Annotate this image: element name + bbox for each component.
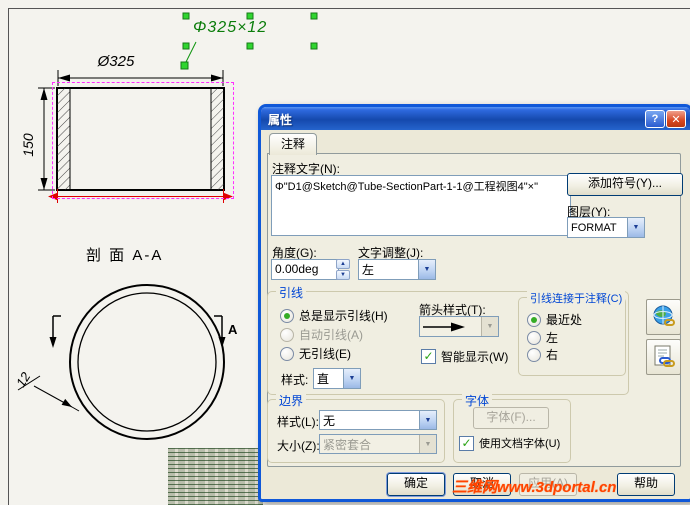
radio-attach-nearest[interactable]: 最近处 — [527, 311, 582, 328]
checkbox-label: 使用文档字体(U) — [479, 438, 561, 450]
spin-up-icon[interactable]: ▲ — [336, 259, 350, 269]
border-style-label: 样式(L): — [277, 415, 320, 429]
radio-no-leader[interactable]: 无引线(E) — [280, 345, 351, 362]
chevron-down-icon[interactable]: ▼ — [418, 260, 435, 279]
doc-link-icon — [654, 345, 675, 367]
cad-application-window: Ø325 150 A 12 Φ325×12 剖 面 A-A 属性 ? ✕ 注释 … — [0, 0, 690, 505]
spin-down-icon[interactable]: ▼ — [336, 270, 350, 280]
radio-icon[interactable] — [527, 347, 541, 362]
radio-auto-leader: 自动引线(A) — [280, 326, 363, 343]
tab-note[interactable]: 注释 — [269, 133, 317, 155]
layer-combo[interactable]: FORMAT ▼ — [567, 217, 645, 238]
dialog-titlebar[interactable]: 属性 ? ✕ — [261, 107, 690, 130]
smart-arrow-checkbox[interactable]: ✓ 智能显示(W) — [421, 348, 508, 365]
dialog-title: 属性 — [268, 113, 293, 127]
radio-icon[interactable] — [527, 312, 541, 327]
close-button[interactable]: ✕ — [666, 110, 686, 128]
selection-handle[interactable] — [310, 42, 318, 50]
use-document-font-checkbox[interactable]: ✓ 使用文档字体(U) — [459, 435, 560, 451]
section-view-title: 剖 面 A-A — [86, 247, 164, 264]
hyperlink-globe-button[interactable] — [646, 299, 681, 335]
font-group: 字体 字体(F)... ✓ 使用文档字体(U) — [453, 392, 571, 463]
dimension-height-150[interactable]: 150 — [20, 87, 55, 191]
arrow-style-combo[interactable]: ▼ — [419, 316, 499, 337]
border-size-combo: 紧密套合 ▼ — [319, 434, 437, 454]
dim-height-text[interactable]: 150 — [20, 133, 36, 157]
section-view-circle[interactable] — [69, 284, 225, 440]
radio-attach-right[interactable]: 右 — [527, 346, 558, 363]
globe-link-icon — [653, 305, 675, 326]
checkbox-label: 智能显示(W) — [441, 350, 509, 364]
leader-group: 引线 总是显示引线(H) 自动引线(A) 无引线(E) 箭头样式(T): ▼ ✓… — [267, 284, 629, 395]
border-size-label: 大小(Z): — [277, 439, 320, 453]
leader-attach-group-label: 引线连接于注释(C) — [527, 290, 626, 306]
chevron-down-icon: ▼ — [419, 435, 436, 453]
chevron-down-icon[interactable]: ▼ — [419, 411, 436, 429]
leader-style-combo[interactable]: 直 ▼ — [313, 368, 361, 389]
radio-icon[interactable] — [280, 346, 294, 361]
text-justify-combo[interactable]: 左 ▼ — [358, 259, 436, 280]
border-style-value: 无 — [323, 413, 336, 428]
arrow-style-preview-icon — [423, 322, 465, 331]
radio-attach-left[interactable]: 左 — [527, 329, 558, 346]
chevron-down-icon[interactable]: ▼ — [343, 369, 360, 388]
radio-label: 无引线(E) — [299, 347, 351, 361]
border-group-label: 边界 — [276, 392, 307, 409]
radio-label: 最近处 — [546, 313, 583, 327]
selection-handle[interactable] — [182, 12, 190, 20]
chevron-down-icon[interactable]: ▼ — [481, 317, 498, 336]
chevron-down-icon[interactable]: ▼ — [627, 218, 644, 237]
border-group: 边界 样式(L): 无 ▼ 大小(Z): 紧密套合 ▼ — [267, 392, 445, 463]
checkbox-check-icon[interactable]: ✓ — [459, 435, 474, 451]
leader-group-label: 引线 — [276, 284, 307, 301]
title-block-notes — [168, 448, 263, 505]
leader-attach-handle[interactable] — [180, 61, 189, 70]
font-button: 字体(F)... — [473, 407, 549, 429]
radio-icon[interactable] — [527, 330, 541, 345]
note-text-area[interactable]: Φ"D1@Sketch@Tube-SectionPart-1-1@工程视图4"×… — [271, 175, 571, 236]
selection-box — [52, 82, 234, 199]
angle-spinner[interactable]: ▲ ▼ — [336, 259, 350, 280]
border-size-value: 紧密套合 — [323, 437, 372, 452]
radio-label: 左 — [546, 331, 559, 345]
radio-icon — [280, 327, 294, 342]
section-mark-label: A — [228, 322, 238, 337]
leader-style-label: 样式: — [281, 373, 309, 387]
radio-label: 总是显示引线(H) — [299, 309, 388, 323]
checkbox-check-icon[interactable]: ✓ — [421, 349, 436, 364]
text-justify-value: 左 — [362, 263, 375, 277]
selected-note-text[interactable]: Φ325×12 — [193, 19, 333, 37]
hyperlink-doc-button[interactable] — [646, 339, 681, 375]
help-titlebar-button[interactable]: ? — [645, 110, 665, 128]
radio-always-show-leader[interactable]: 总是显示引线(H) — [280, 307, 388, 324]
dim-thickness-text[interactable]: 12 — [13, 369, 34, 390]
add-symbol-button[interactable]: 添加符号(Y)... — [567, 173, 683, 196]
selection-handle[interactable] — [182, 42, 190, 50]
layer-value: FORMAT — [571, 221, 617, 234]
radio-label: 自动引线(A) — [299, 328, 363, 342]
angle-input[interactable]: 0.00deg — [271, 259, 339, 280]
ok-button[interactable]: 确定 — [387, 473, 445, 496]
dimension-thickness-12[interactable]: 12 — [13, 369, 80, 412]
radio-icon[interactable] — [280, 308, 294, 323]
help-button[interactable]: 帮助 — [617, 473, 675, 496]
selection-handle[interactable] — [246, 42, 254, 50]
dim-dia-text[interactable]: Ø325 — [97, 53, 135, 70]
radio-label: 右 — [546, 348, 559, 362]
properties-dialog: 属性 ? ✕ 注释 注释文字(N): Φ"D1@Sketch@Tube-Sect… — [258, 104, 690, 502]
leader-attach-group: 引线连接于注释(C) 最近处 左 右 — [518, 290, 626, 376]
watermark: 三维网www.3dportal.cn — [452, 479, 617, 496]
leader-style-value: 直 — [317, 372, 330, 386]
border-style-combo[interactable]: 无 ▼ — [319, 410, 437, 430]
